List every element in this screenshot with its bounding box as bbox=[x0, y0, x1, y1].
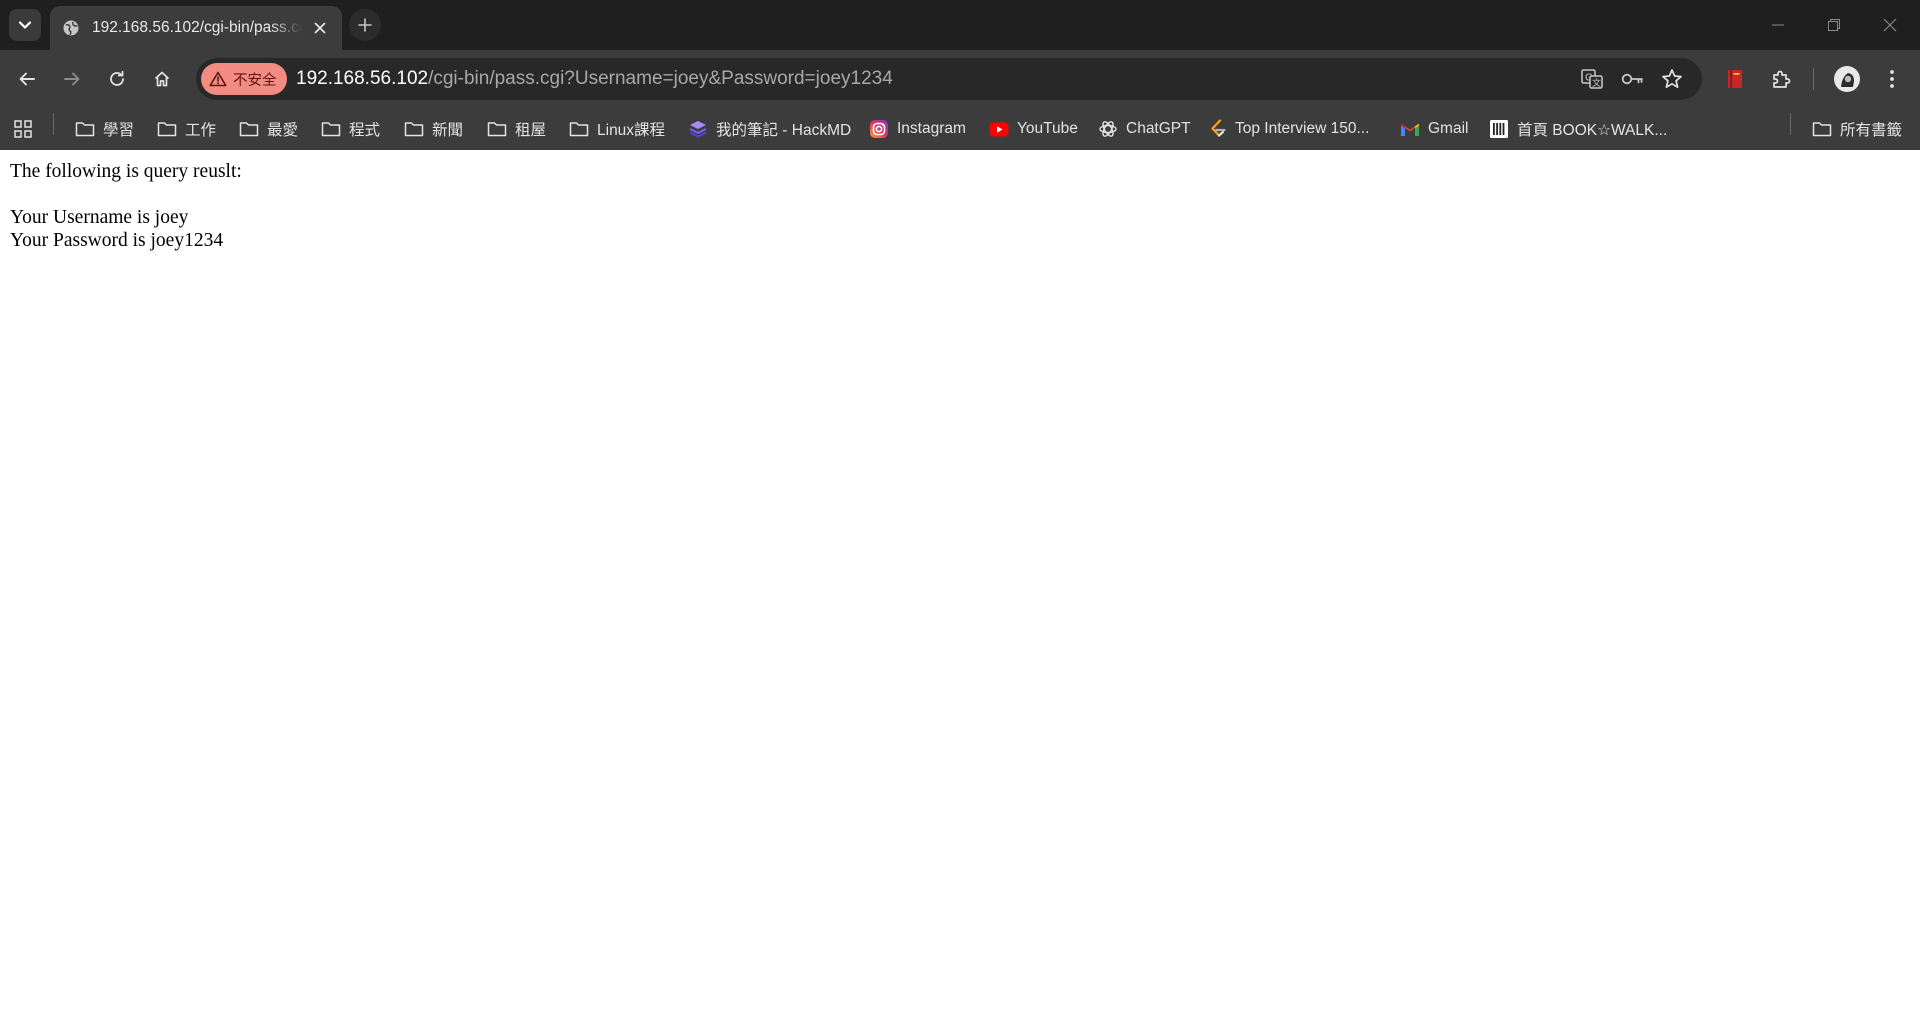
bookmark-folder[interactable]: 租屋 bbox=[487, 108, 546, 150]
bookmark-label: 工作 bbox=[185, 122, 217, 139]
bookmark-label: 新聞 bbox=[432, 122, 464, 139]
bookmark-label: Instagram bbox=[897, 120, 966, 137]
close-window-button[interactable] bbox=[1862, 0, 1918, 50]
password-key-icon[interactable] bbox=[1620, 67, 1644, 91]
bookmark-folder[interactable]: 學習 bbox=[75, 108, 134, 150]
url-text[interactable]: 192.168.56.102/cgi-bin/pass.cgi?Username… bbox=[296, 58, 893, 100]
translate-icon[interactable]: G文 bbox=[1580, 67, 1604, 91]
bookwalker-icon bbox=[1490, 120, 1508, 138]
bookmark-link[interactable]: YouTube bbox=[989, 108, 1078, 150]
url-path: /cgi-bin/pass.cgi?Username=joey&Password… bbox=[428, 68, 893, 89]
bookmark-link[interactable]: Gmail bbox=[1400, 108, 1468, 150]
restore-icon bbox=[1828, 19, 1840, 31]
youtube-icon bbox=[989, 122, 1009, 136]
bookmark-label: ChatGPT bbox=[1126, 120, 1191, 137]
instagram-icon bbox=[870, 120, 888, 138]
bookmark-label: 學習 bbox=[103, 122, 135, 139]
more-menu-icon[interactable] bbox=[1877, 64, 1907, 94]
profile-avatar[interactable] bbox=[1832, 64, 1862, 94]
new-tab-button[interactable] bbox=[349, 9, 381, 41]
bookmark-folder[interactable]: 最愛 bbox=[239, 108, 298, 150]
hackmd-icon bbox=[689, 121, 707, 138]
folder-icon bbox=[404, 122, 424, 137]
minimize-button[interactable] bbox=[1750, 0, 1806, 50]
active-tab[interactable]: 192.168.56.102/cgi-bin/pass.cgi?Username… bbox=[50, 6, 342, 50]
back-button[interactable] bbox=[10, 62, 44, 96]
folder-icon bbox=[1812, 122, 1832, 137]
bookmark-label: 最愛 bbox=[267, 122, 299, 139]
plus-icon bbox=[358, 18, 372, 32]
warning-icon bbox=[209, 71, 227, 87]
browser-toolbar: 不安全 192.168.56.102/cgi-bin/pass.cgi?User… bbox=[0, 50, 1920, 108]
bookmark-link[interactable]: 首頁 BOOK☆WALK... bbox=[1489, 108, 1667, 150]
restore-button[interactable] bbox=[1806, 0, 1862, 50]
bookmarks-bar: 學習 工作 最愛 程式 新聞 租屋 Linux課程 我的筆記 - HackMD … bbox=[0, 108, 1920, 150]
bookmark-label: 租屋 bbox=[515, 122, 547, 139]
globe-icon bbox=[62, 19, 80, 37]
forward-arrow-icon bbox=[64, 72, 80, 86]
username-result: Your Username is joey bbox=[10, 206, 189, 228]
insecure-site-chip[interactable]: 不安全 bbox=[201, 63, 287, 95]
back-arrow-icon bbox=[19, 72, 35, 86]
apps-grid-icon bbox=[14, 120, 32, 138]
folder-icon bbox=[75, 122, 95, 137]
minimize-icon bbox=[1772, 24, 1784, 26]
tab-title: 192.168.56.102/cgi-bin/pass.cgi?Username… bbox=[92, 19, 302, 36]
home-icon bbox=[154, 71, 170, 87]
bookmark-label: 程式 bbox=[349, 122, 381, 139]
apps-grid-button[interactable] bbox=[13, 108, 33, 150]
tab-strip: 192.168.56.102/cgi-bin/pass.cgi?Username… bbox=[0, 0, 1920, 50]
bookmark-folder[interactable]: 工作 bbox=[157, 108, 216, 150]
bookmark-label: Gmail bbox=[1428, 120, 1469, 137]
folder-icon bbox=[239, 122, 259, 137]
bookmark-label: 我的筆記 - HackMD bbox=[716, 122, 852, 139]
password-result: Your Password is joey1234 bbox=[10, 230, 224, 251]
book-extension-icon[interactable] bbox=[1720, 64, 1750, 94]
close-window-icon bbox=[1883, 18, 1897, 32]
reload-icon bbox=[110, 70, 124, 86]
query-result-heading: The following is query reuslt: bbox=[10, 161, 242, 182]
reload-button[interactable] bbox=[100, 62, 134, 96]
all-bookmarks-button[interactable]: 所有書籤 bbox=[1812, 108, 1902, 150]
gmail-icon bbox=[1401, 123, 1419, 136]
folder-icon bbox=[487, 122, 507, 137]
folder-icon bbox=[569, 122, 589, 137]
close-tab-icon[interactable] bbox=[310, 18, 330, 38]
chevron-down-icon bbox=[18, 21, 32, 29]
bookmark-link[interactable]: Top Interview 150... bbox=[1209, 108, 1369, 150]
address-bar[interactable]: 不安全 192.168.56.102/cgi-bin/pass.cgi?User… bbox=[196, 58, 1702, 100]
tab-search-button[interactable] bbox=[9, 9, 41, 41]
bookmark-link[interactable]: 我的筆記 - HackMD bbox=[688, 108, 851, 150]
bookmark-folder[interactable]: Linux課程 bbox=[569, 108, 665, 150]
bookmark-link[interactable]: ChatGPT bbox=[1098, 108, 1191, 150]
bookmark-link[interactable]: Instagram bbox=[869, 108, 966, 150]
url-host: 192.168.56.102 bbox=[296, 68, 429, 89]
all-bookmarks-label: 所有書籤 bbox=[1840, 122, 1903, 139]
folder-icon bbox=[157, 122, 177, 137]
security-label: 不安全 bbox=[233, 72, 277, 89]
bookmarks-divider bbox=[1790, 113, 1791, 135]
svg-text:文: 文 bbox=[1592, 77, 1601, 89]
leetcode-icon bbox=[1211, 119, 1226, 137]
folder-icon bbox=[321, 122, 341, 137]
bookmark-label: Top Interview 150... bbox=[1235, 120, 1370, 137]
toolbar-divider bbox=[1813, 68, 1814, 90]
extensions-puzzle-icon[interactable] bbox=[1766, 64, 1796, 94]
bookmark-label: YouTube bbox=[1017, 120, 1078, 137]
forward-button[interactable] bbox=[55, 62, 89, 96]
bookmark-label: Linux課程 bbox=[597, 122, 666, 139]
bookmark-label: 首頁 BOOK☆WALK... bbox=[1517, 122, 1668, 139]
bookmark-star-icon[interactable] bbox=[1660, 67, 1684, 91]
home-button[interactable] bbox=[145, 62, 179, 96]
chatgpt-icon bbox=[1099, 121, 1117, 137]
bookmarks-divider bbox=[53, 113, 54, 135]
bookmark-folder[interactable]: 程式 bbox=[321, 108, 380, 150]
page-content: The following is query reuslt: Your User… bbox=[10, 150, 1910, 253]
bookmark-folder[interactable]: 新聞 bbox=[404, 108, 463, 150]
